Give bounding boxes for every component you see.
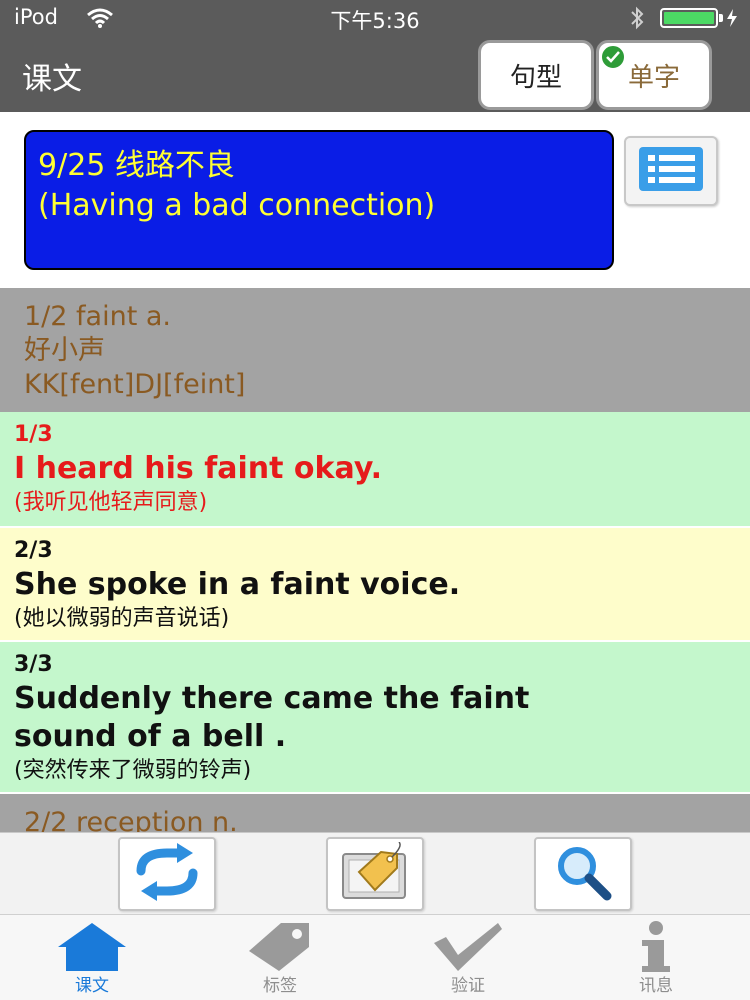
word-header[interactable]: 1/2 faint a. 好小声 KK[fent]DJ[feint] — [0, 288, 750, 412]
sentence-pattern-label: 句型 — [509, 62, 562, 93]
example-sentence[interactable]: 1/3 I heard his faint okay. (我听见他轻声同意) — [0, 412, 750, 526]
example-number: 1/3 — [14, 422, 53, 447]
page-title: 课文 — [22, 62, 82, 97]
example-chinese: (突然传来了微弱的铃声) — [14, 758, 252, 783]
tag-icon — [337, 841, 413, 906]
list-icon — [638, 146, 704, 196]
repeat-icon — [127, 843, 207, 905]
search-button[interactable] — [534, 837, 632, 911]
battery-level — [664, 12, 714, 24]
example-english: I heard his faint okay. — [14, 451, 383, 486]
example-sentence[interactable]: 3/3 Suddenly there came the faint sound … — [0, 642, 750, 792]
lesson-title-box: 9/25 线路不良 (Having a bad connection) — [24, 130, 614, 270]
word-button[interactable]: 单字 — [596, 40, 712, 110]
home-icon — [32, 919, 152, 975]
tab-info-label: 讯息 — [639, 976, 673, 996]
tab-tags-label: 标签 — [263, 976, 297, 996]
search-icon — [553, 842, 613, 906]
example-number: 3/3 — [14, 652, 53, 677]
tab-tags[interactable]: 标签 — [220, 919, 340, 1000]
sentence-pattern-button[interactable]: 句型 — [478, 40, 594, 110]
toolbar — [0, 832, 750, 914]
lesson-title: 9/25 线路不良 — [38, 148, 235, 183]
bluetooth-icon — [628, 6, 646, 34]
example-english-line1: Suddenly there came the faint — [14, 681, 530, 716]
tab-verify[interactable]: 验证 — [408, 919, 528, 1000]
nav-bar: 课文 句型 单字 — [0, 36, 750, 112]
bookmark-tag-button[interactable] — [326, 837, 424, 911]
word-phonetic: KK[fent]DJ[feint] — [24, 369, 246, 400]
example-chinese: (我听见他轻声同意) — [14, 490, 208, 515]
example-english-line2: sound of a bell . — [14, 719, 287, 754]
charging-icon — [726, 9, 738, 31]
example-sentence[interactable]: 2/3 She spoke in a faint voice. (她以微弱的声音… — [0, 528, 750, 640]
info-icon — [596, 919, 716, 975]
example-number: 2/3 — [14, 538, 53, 563]
word-list[interactable]: 1/2 faint a. 好小声 KK[fent]DJ[feint] 1/3 I… — [0, 288, 750, 832]
status-bar: iPod 下午5:36 — [0, 0, 750, 36]
example-english: She spoke in a faint voice. — [14, 567, 461, 602]
checkmark-icon — [600, 44, 626, 70]
battery-icon — [660, 8, 718, 28]
checkmark-icon — [408, 919, 528, 975]
word-header[interactable]: 2/2 reception n. — [0, 794, 750, 832]
battery-tip — [719, 14, 723, 22]
repeat-button[interactable] — [118, 837, 216, 911]
word-meaning: 好小声 — [24, 335, 105, 366]
lesson-subtitle: (Having a bad connection) — [38, 188, 436, 223]
tag-icon — [220, 919, 340, 975]
tab-verify-label: 验证 — [451, 976, 485, 996]
tab-lesson[interactable]: 课文 — [32, 919, 152, 1000]
word-title: 1/2 faint a. — [24, 301, 171, 332]
tab-lesson-label: 课文 — [75, 976, 109, 996]
example-chinese: (她以微弱的声音说话) — [14, 606, 230, 631]
word-title: 2/2 reception n. — [24, 807, 238, 832]
tab-bar: 课文 标签 验证 讯息 — [0, 914, 750, 1000]
tab-info[interactable]: 讯息 — [596, 919, 716, 1000]
word-label: 单字 — [627, 62, 680, 93]
lesson-list-button[interactable] — [624, 136, 718, 206]
